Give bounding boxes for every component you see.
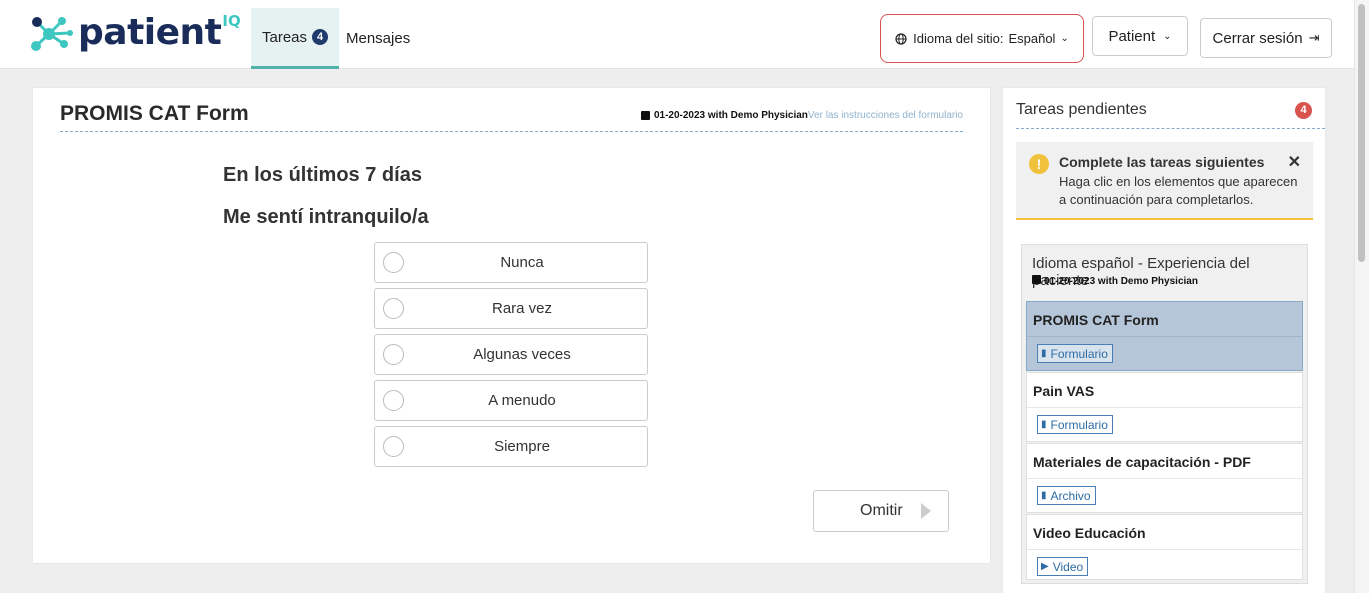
option-label: Algunas veces xyxy=(473,346,571,363)
radio-icon[interactable] xyxy=(383,252,404,273)
task-divider xyxy=(1027,549,1302,550)
radio-icon[interactable] xyxy=(383,344,404,365)
option-label: A menudo xyxy=(488,392,556,409)
radio-icon[interactable] xyxy=(383,298,404,319)
molecule-logo-icon xyxy=(31,17,73,51)
logout-button[interactable]: Cerrar sesión ⇥ xyxy=(1200,18,1332,58)
option-label: Siempre xyxy=(494,438,550,455)
answer-option-rara-vez[interactable]: Rara vez xyxy=(374,288,648,329)
calendar-icon xyxy=(1032,275,1041,284)
task-item-pain-vas[interactable]: Pain VAS ▮ Formulario xyxy=(1026,372,1303,442)
form-meta: 01-20-2023 with Demo Physician Ver las i… xyxy=(640,110,963,121)
form-card: PROMIS CAT Form 01-20-2023 with Demo Phy… xyxy=(33,88,990,563)
task-type-label: Video xyxy=(1052,559,1084,574)
task-type-label: Formulario xyxy=(1050,346,1108,361)
task-type-tag[interactable]: ▮ Archivo xyxy=(1037,486,1096,505)
answer-option-algunas-veces[interactable]: Algunas veces xyxy=(374,334,648,375)
file-icon: ▮ xyxy=(1041,419,1047,430)
pending-count-badge: 4 xyxy=(1295,102,1312,119)
task-name: PROMIS CAT Form xyxy=(1033,312,1159,328)
instructions-link[interactable]: Ver las instrucciones del formulario xyxy=(808,110,963,121)
task-item-video-educacion[interactable]: Video Educación ▶ Video xyxy=(1026,514,1303,580)
pending-tasks-panel: Tareas pendientes 4 ! Complete las tarea… xyxy=(1003,88,1325,593)
page-scrollbar[interactable] xyxy=(1354,0,1369,593)
scrollbar-thumb[interactable] xyxy=(1358,4,1365,262)
task-group-date: 01-20-2023 with Demo Physician xyxy=(1044,276,1198,287)
task-item-promis[interactable]: PROMIS CAT Form ▮ Formulario xyxy=(1026,301,1303,371)
globe-icon xyxy=(895,32,907,45)
pending-tasks-title: Tareas pendientes xyxy=(1016,101,1147,118)
option-label: Nunca xyxy=(500,254,544,271)
answer-option-a-menudo[interactable]: A menudo xyxy=(374,380,648,421)
language-label: Idioma del sitio: xyxy=(913,31,1004,46)
language-selector[interactable]: Idioma del sitio: Español ⌄ xyxy=(880,14,1084,63)
tareas-count-badge: 4 xyxy=(312,29,329,45)
task-divider xyxy=(1027,407,1302,408)
question-period: En los últimos 7 días xyxy=(223,164,422,186)
task-item-materiales-pdf[interactable]: Materiales de capacitación - PDF ▮ Archi… xyxy=(1026,443,1303,513)
alert-title: Complete las tareas siguientes xyxy=(1059,154,1265,170)
task-name: Pain VAS xyxy=(1033,383,1095,399)
user-menu-label: Patient xyxy=(1108,27,1156,45)
panel-divider xyxy=(1016,128,1325,129)
alert-body: Haga clic en los elementos que aparecen … xyxy=(1059,174,1298,207)
answer-option-nunca[interactable]: Nunca xyxy=(374,242,648,283)
brand-suffix: IQ xyxy=(222,12,241,30)
chevron-down-icon: ⌄ xyxy=(1163,30,1172,42)
task-group-date-row: 01-20-2023 with Demo Physician xyxy=(1032,275,1198,287)
logout-label: Cerrar sesión xyxy=(1212,29,1303,47)
task-divider xyxy=(1027,336,1302,337)
tab-mensajes-label: Mensajes xyxy=(346,30,411,47)
title-divider xyxy=(60,131,963,132)
task-divider xyxy=(1027,478,1302,479)
question-text: Me sentí intranquilo/a xyxy=(223,206,429,228)
user-menu-button[interactable]: Patient ⌄ xyxy=(1092,16,1188,56)
tab-tareas-label: Tareas xyxy=(262,28,308,46)
language-value: Español xyxy=(1008,31,1056,46)
play-arrow-icon xyxy=(920,503,931,519)
tab-tareas[interactable]: Tareas 4 xyxy=(251,8,340,69)
warning-icon: ! xyxy=(1029,154,1049,174)
option-label: Rara vez xyxy=(491,300,553,317)
chevron-down-icon: ⌄ xyxy=(1060,33,1069,44)
radio-icon[interactable] xyxy=(383,390,404,411)
brand-name: patient xyxy=(78,12,222,53)
form-date: 01-20-2023 with Demo Physician xyxy=(653,110,808,121)
task-type-tag[interactable]: ▮ Formulario xyxy=(1037,415,1113,434)
video-icon: ▶ xyxy=(1041,561,1049,572)
top-navbar: patient IQ Tareas 4 Mensajes Idioma del … xyxy=(0,0,1354,69)
tab-mensajes[interactable]: Mensajes xyxy=(346,8,410,69)
task-name: Video Educación xyxy=(1033,525,1146,541)
instructions-alert: ! Complete las tareas siguientes Haga cl… xyxy=(1016,142,1313,220)
answer-option-siempre[interactable]: Siempre xyxy=(374,426,648,467)
task-type-label: Formulario xyxy=(1050,417,1108,432)
task-type-tag[interactable]: ▶ Video xyxy=(1037,557,1089,576)
task-type-tag[interactable]: ▮ Formulario xyxy=(1037,344,1113,363)
skip-label: Omitir xyxy=(860,502,903,519)
task-group: Idioma español - Experiencia del pacient… xyxy=(1021,244,1308,584)
patientiq-logo[interactable]: patient IQ xyxy=(28,12,241,53)
radio-icon[interactable] xyxy=(383,436,404,457)
calendar-icon xyxy=(640,111,650,120)
close-icon[interactable]: ✕ xyxy=(1288,152,1301,172)
file-icon: ▮ xyxy=(1041,490,1047,501)
sign-out-icon: ⇥ xyxy=(1308,30,1320,45)
file-icon: ▮ xyxy=(1041,348,1047,359)
skip-button[interactable]: Omitir xyxy=(813,490,949,532)
task-type-label: Archivo xyxy=(1050,488,1091,503)
task-name: Materiales de capacitación - PDF xyxy=(1033,454,1251,470)
form-title: PROMIS CAT Form xyxy=(60,102,249,125)
